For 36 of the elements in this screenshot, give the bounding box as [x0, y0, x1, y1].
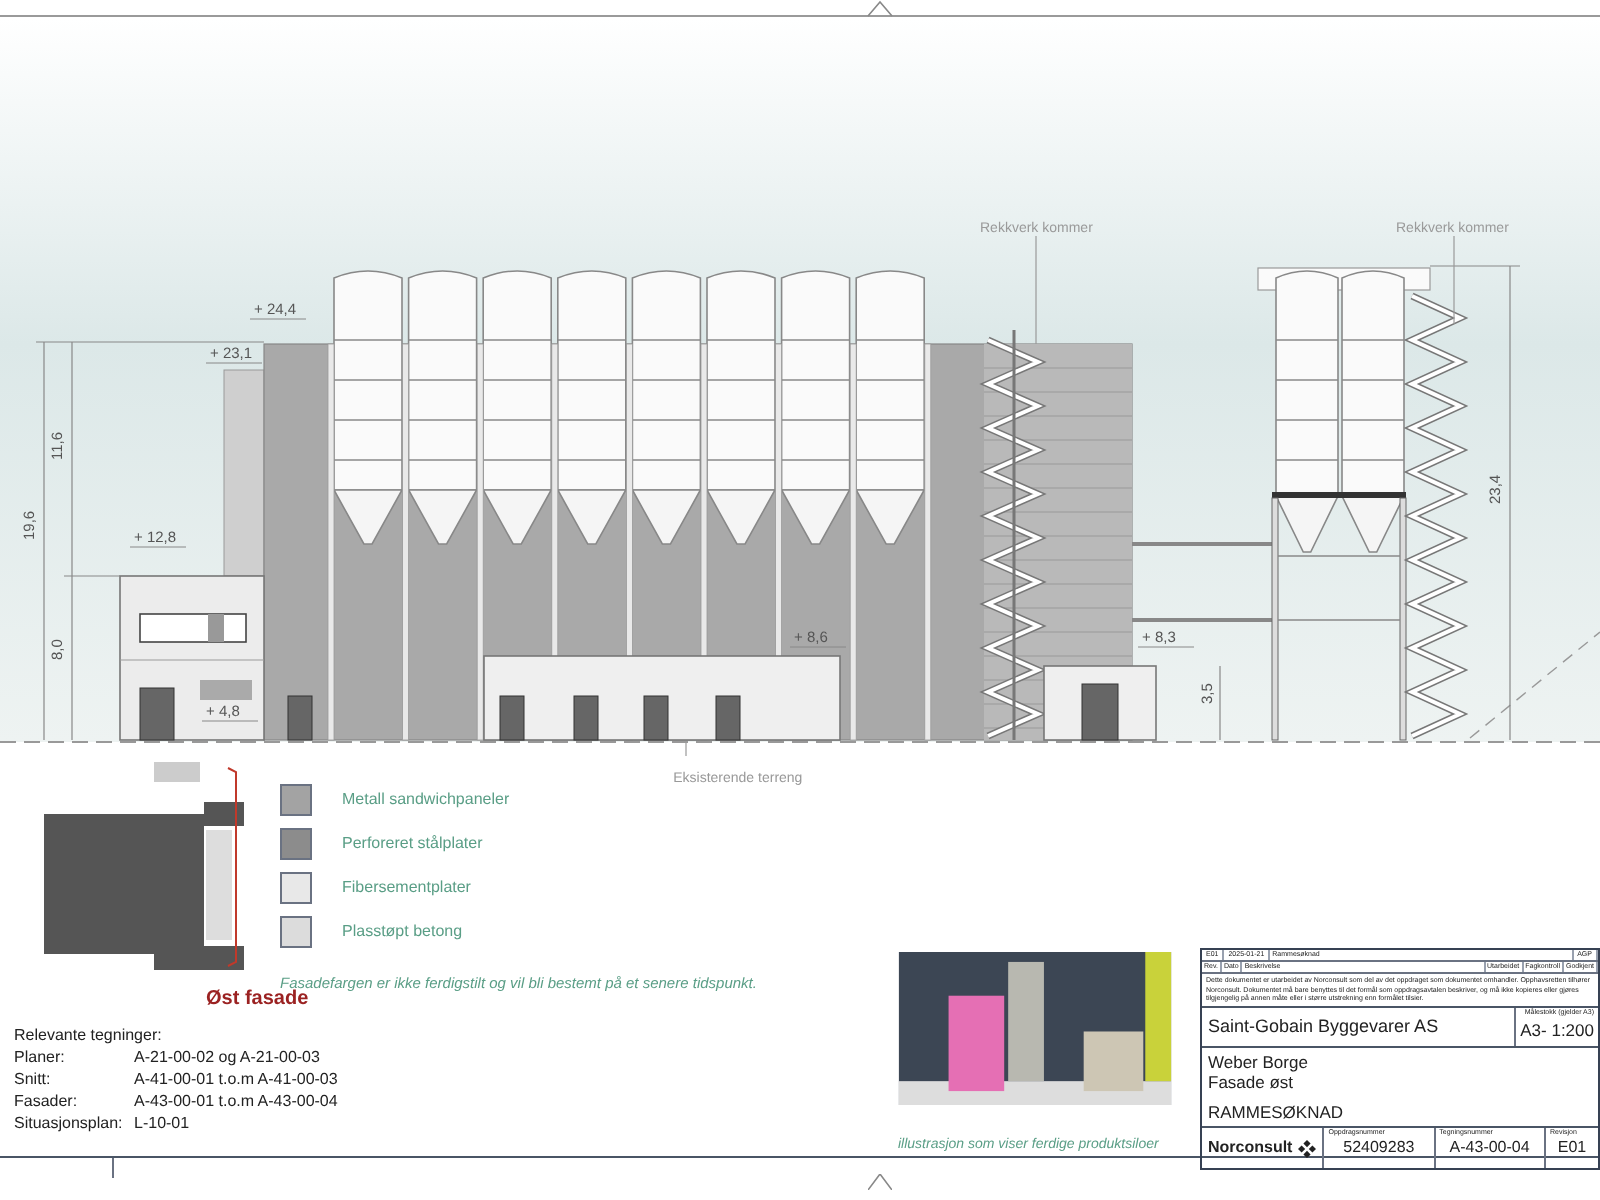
- reference-value: L-10-01: [134, 1112, 190, 1134]
- reference-label: Snitt:: [14, 1068, 53, 1090]
- leader-line: [249, 318, 307, 320]
- leader-line: [685, 741, 687, 756]
- reference-label: Planer:: [14, 1046, 67, 1068]
- frame-marker-icon: [868, 1174, 892, 1190]
- company-name: Norconsult: [1208, 1136, 1293, 1160]
- field-value: E01: [1555, 1138, 1589, 1158]
- field-value: A-43-00-04: [1447, 1138, 1532, 1158]
- scale-value: A3- 1:200: [1520, 1017, 1594, 1043]
- dimension-line: [1219, 665, 1221, 741]
- legend-label: Fibersementplater: [342, 876, 471, 900]
- reference-label: Fasader:: [14, 1090, 80, 1112]
- client-name: Saint-Gobain Byggevarer AS: [1206, 1013, 1441, 1040]
- leader-line: [1453, 235, 1455, 325]
- project-title: Weber Borge: [1208, 1052, 1310, 1072]
- legend-label: Metall sandwichpaneler: [342, 788, 510, 812]
- company-logo-icon: [1298, 1139, 1317, 1157]
- references-heading: Relevante tegninger:: [14, 1024, 164, 1046]
- view-title: Øst fasade: [206, 988, 309, 1012]
- leader-line: [129, 546, 187, 548]
- slope-line: [1469, 631, 1600, 739]
- status-label: RAMMESØKNAD: [1208, 1102, 1346, 1122]
- reference-value: A-43-00-01 t.o.m A-43-00-04: [134, 1090, 338, 1112]
- reference-value: A-21-00-02 og A-21-00-03: [134, 1046, 320, 1068]
- leader-line: [1137, 646, 1195, 648]
- legend-label: Plasstøpt betong: [342, 920, 463, 944]
- field-value: 52409283: [1341, 1138, 1417, 1158]
- reference-label: Situasjonsplan:: [14, 1112, 125, 1134]
- leader-line: [205, 362, 263, 364]
- legend-label: Perforeret stålplater: [342, 832, 483, 856]
- leader-line: [201, 720, 259, 722]
- frame-marker-icon: [867, 0, 893, 17]
- leader-line: [1035, 235, 1037, 345]
- reference-value: A-41-00-01 t.o.m A-41-00-03: [134, 1068, 338, 1090]
- project-title: Fasade øst: [1208, 1072, 1296, 1092]
